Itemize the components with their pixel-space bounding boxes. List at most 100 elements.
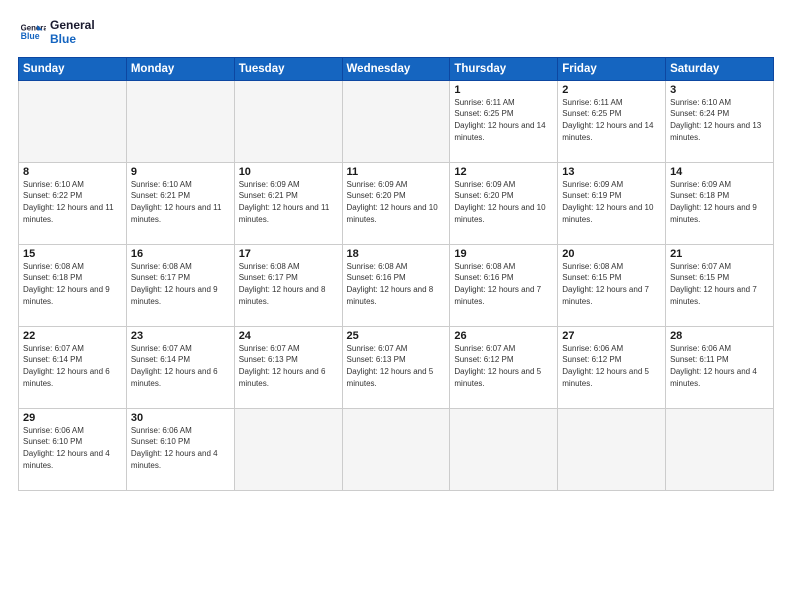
- day-cell-1: 1 Sunrise: 6:11 AMSunset: 6:25 PMDayligh…: [450, 80, 558, 162]
- day-info: Sunrise: 6:11 AMSunset: 6:25 PMDaylight:…: [454, 97, 553, 143]
- day-number: 19: [454, 248, 553, 260]
- day-number: 21: [670, 248, 769, 260]
- day-info: Sunrise: 6:11 AMSunset: 6:25 PMDaylight:…: [562, 97, 661, 143]
- day-info: Sunrise: 6:08 AMSunset: 6:16 PMDaylight:…: [454, 261, 553, 307]
- day-info: Sunrise: 6:07 AMSunset: 6:14 PMDaylight:…: [131, 343, 230, 389]
- day-cell-3: 3 Sunrise: 6:10 AMSunset: 6:24 PMDayligh…: [666, 80, 774, 162]
- empty-cell: [558, 408, 666, 490]
- page: General Blue General Blue SundayMondayTu…: [0, 0, 792, 612]
- day-cell-27: 27 Sunrise: 6:06 AMSunset: 6:12 PMDaylig…: [558, 326, 666, 408]
- day-cell-12: 12 Sunrise: 6:09 AMSunset: 6:20 PMDaylig…: [450, 162, 558, 244]
- day-number: 23: [131, 330, 230, 342]
- weekday-header-row: SundayMondayTuesdayWednesdayThursdayFrid…: [19, 57, 774, 80]
- day-info: Sunrise: 6:07 AMSunset: 6:15 PMDaylight:…: [670, 261, 769, 307]
- day-cell-20: 20 Sunrise: 6:08 AMSunset: 6:15 PMDaylig…: [558, 244, 666, 326]
- week-row-5: 29 Sunrise: 6:06 AMSunset: 6:10 PMDaylig…: [19, 408, 774, 490]
- logo: General Blue General Blue: [18, 18, 95, 47]
- day-number: 26: [454, 330, 553, 342]
- empty-cell: [126, 80, 234, 162]
- day-number: 18: [347, 248, 446, 260]
- day-info: Sunrise: 6:07 AMSunset: 6:13 PMDaylight:…: [239, 343, 338, 389]
- day-number: 9: [131, 166, 230, 178]
- day-cell-16: 16 Sunrise: 6:08 AMSunset: 6:17 PMDaylig…: [126, 244, 234, 326]
- day-info: Sunrise: 6:07 AMSunset: 6:12 PMDaylight:…: [454, 343, 553, 389]
- day-cell-13: 13 Sunrise: 6:09 AMSunset: 6:19 PMDaylig…: [558, 162, 666, 244]
- day-cell-30: 30 Sunrise: 6:06 AMSunset: 6:10 PMDaylig…: [126, 408, 234, 490]
- day-info: Sunrise: 6:06 AMSunset: 6:10 PMDaylight:…: [131, 425, 230, 471]
- day-info: Sunrise: 6:08 AMSunset: 6:17 PMDaylight:…: [131, 261, 230, 307]
- day-cell-25: 25 Sunrise: 6:07 AMSunset: 6:13 PMDaylig…: [342, 326, 450, 408]
- weekday-header-thursday: Thursday: [450, 57, 558, 80]
- day-cell-18: 18 Sunrise: 6:08 AMSunset: 6:16 PMDaylig…: [342, 244, 450, 326]
- weekday-header-tuesday: Tuesday: [234, 57, 342, 80]
- empty-cell: [342, 80, 450, 162]
- day-cell-23: 23 Sunrise: 6:07 AMSunset: 6:14 PMDaylig…: [126, 326, 234, 408]
- day-number: 1: [454, 84, 553, 96]
- day-info: Sunrise: 6:09 AMSunset: 6:21 PMDaylight:…: [239, 179, 338, 225]
- weekday-header-sunday: Sunday: [19, 57, 127, 80]
- day-cell-26: 26 Sunrise: 6:07 AMSunset: 6:12 PMDaylig…: [450, 326, 558, 408]
- day-number: 25: [347, 330, 446, 342]
- day-info: Sunrise: 6:08 AMSunset: 6:18 PMDaylight:…: [23, 261, 122, 307]
- day-number: 10: [239, 166, 338, 178]
- week-row-1: 1 Sunrise: 6:11 AMSunset: 6:25 PMDayligh…: [19, 80, 774, 162]
- day-info: Sunrise: 6:07 AMSunset: 6:13 PMDaylight:…: [347, 343, 446, 389]
- day-number: 22: [23, 330, 122, 342]
- day-info: Sunrise: 6:08 AMSunset: 6:17 PMDaylight:…: [239, 261, 338, 307]
- day-number: 3: [670, 84, 769, 96]
- day-cell-24: 24 Sunrise: 6:07 AMSunset: 6:13 PMDaylig…: [234, 326, 342, 408]
- day-info: Sunrise: 6:07 AMSunset: 6:14 PMDaylight:…: [23, 343, 122, 389]
- day-number: 15: [23, 248, 122, 260]
- day-cell-8: 8 Sunrise: 6:10 AMSunset: 6:22 PMDayligh…: [19, 162, 127, 244]
- header: General Blue General Blue: [18, 18, 774, 47]
- empty-cell: [450, 408, 558, 490]
- day-number: 30: [131, 412, 230, 424]
- logo-text: General Blue: [50, 18, 95, 47]
- day-cell-14: 14 Sunrise: 6:09 AMSunset: 6:18 PMDaylig…: [666, 162, 774, 244]
- weekday-header-wednesday: Wednesday: [342, 57, 450, 80]
- day-number: 2: [562, 84, 661, 96]
- day-cell-21: 21 Sunrise: 6:07 AMSunset: 6:15 PMDaylig…: [666, 244, 774, 326]
- day-number: 28: [670, 330, 769, 342]
- empty-cell: [234, 80, 342, 162]
- weekday-header-monday: Monday: [126, 57, 234, 80]
- day-number: 11: [347, 166, 446, 178]
- day-number: 27: [562, 330, 661, 342]
- empty-cell: [342, 408, 450, 490]
- day-info: Sunrise: 6:10 AMSunset: 6:24 PMDaylight:…: [670, 97, 769, 143]
- day-number: 8: [23, 166, 122, 178]
- day-cell-22: 22 Sunrise: 6:07 AMSunset: 6:14 PMDaylig…: [19, 326, 127, 408]
- week-row-2: 8 Sunrise: 6:10 AMSunset: 6:22 PMDayligh…: [19, 162, 774, 244]
- day-number: 13: [562, 166, 661, 178]
- day-cell-10: 10 Sunrise: 6:09 AMSunset: 6:21 PMDaylig…: [234, 162, 342, 244]
- week-row-3: 15 Sunrise: 6:08 AMSunset: 6:18 PMDaylig…: [19, 244, 774, 326]
- day-number: 29: [23, 412, 122, 424]
- empty-cell: [234, 408, 342, 490]
- weekday-header-friday: Friday: [558, 57, 666, 80]
- day-cell-28: 28 Sunrise: 6:06 AMSunset: 6:11 PMDaylig…: [666, 326, 774, 408]
- day-number: 14: [670, 166, 769, 178]
- day-info: Sunrise: 6:06 AMSunset: 6:11 PMDaylight:…: [670, 343, 769, 389]
- day-number: 24: [239, 330, 338, 342]
- day-info: Sunrise: 6:09 AMSunset: 6:19 PMDaylight:…: [562, 179, 661, 225]
- day-cell-9: 9 Sunrise: 6:10 AMSunset: 6:21 PMDayligh…: [126, 162, 234, 244]
- day-number: 17: [239, 248, 338, 260]
- day-info: Sunrise: 6:08 AMSunset: 6:16 PMDaylight:…: [347, 261, 446, 307]
- day-info: Sunrise: 6:06 AMSunset: 6:12 PMDaylight:…: [562, 343, 661, 389]
- day-cell-2: 2 Sunrise: 6:11 AMSunset: 6:25 PMDayligh…: [558, 80, 666, 162]
- day-number: 16: [131, 248, 230, 260]
- logo-icon: General Blue: [18, 18, 46, 46]
- day-cell-19: 19 Sunrise: 6:08 AMSunset: 6:16 PMDaylig…: [450, 244, 558, 326]
- day-cell-11: 11 Sunrise: 6:09 AMSunset: 6:20 PMDaylig…: [342, 162, 450, 244]
- day-cell-29: 29 Sunrise: 6:06 AMSunset: 6:10 PMDaylig…: [19, 408, 127, 490]
- day-number: 12: [454, 166, 553, 178]
- day-number: 20: [562, 248, 661, 260]
- day-info: Sunrise: 6:09 AMSunset: 6:20 PMDaylight:…: [347, 179, 446, 225]
- empty-cell: [19, 80, 127, 162]
- day-info: Sunrise: 6:08 AMSunset: 6:15 PMDaylight:…: [562, 261, 661, 307]
- day-info: Sunrise: 6:06 AMSunset: 6:10 PMDaylight:…: [23, 425, 122, 471]
- day-info: Sunrise: 6:10 AMSunset: 6:22 PMDaylight:…: [23, 179, 122, 225]
- calendar: SundayMondayTuesdayWednesdayThursdayFrid…: [18, 57, 774, 491]
- day-info: Sunrise: 6:10 AMSunset: 6:21 PMDaylight:…: [131, 179, 230, 225]
- svg-text:Blue: Blue: [21, 31, 40, 41]
